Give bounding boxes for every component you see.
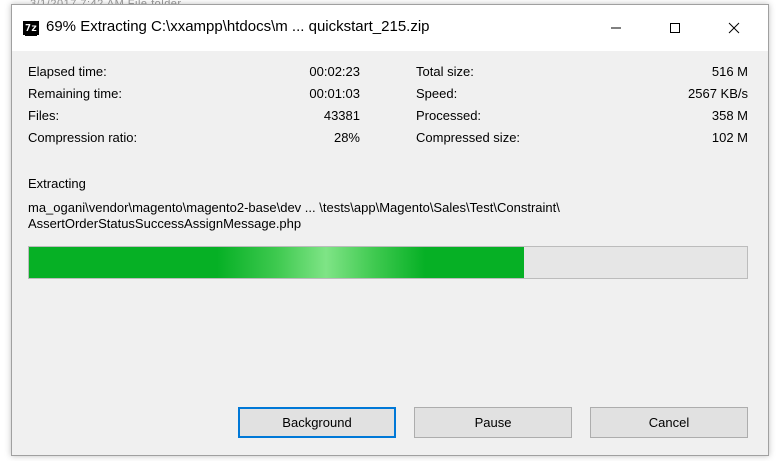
files-value: 43381 bbox=[323, 108, 360, 123]
cancel-button-label: Cancel bbox=[648, 415, 690, 430]
operation-label: Extracting bbox=[28, 176, 86, 191]
maximize-icon bbox=[670, 23, 680, 33]
speed-value: 2567 KB/s bbox=[688, 86, 748, 101]
close-icon bbox=[728, 22, 740, 34]
total-size-label: Total size: bbox=[416, 64, 474, 79]
current-file-path-line1: ma_ogani\vendor\magento\magento2-base\de… bbox=[28, 200, 560, 215]
remaining-time-label: Remaining time: bbox=[28, 86, 122, 101]
title-bar[interactable]: 7z 69% Extracting C:\xxampp\htdocs\m ...… bbox=[12, 5, 768, 51]
processed-label: Processed: bbox=[416, 108, 482, 123]
minimize-icon bbox=[611, 27, 621, 29]
remaining-time-value: 00:01:03 bbox=[309, 86, 360, 101]
maximize-button[interactable] bbox=[646, 5, 704, 51]
current-file-path-line2: AssertOrderStatusSuccessAssignMessage.ph… bbox=[28, 216, 302, 231]
7zip-app-icon: 7z bbox=[23, 21, 39, 36]
elapsed-time-label: Elapsed time: bbox=[28, 64, 107, 79]
compression-ratio-value: 28% bbox=[333, 130, 360, 145]
progress-bar-fill bbox=[29, 247, 525, 278]
minimize-button[interactable] bbox=[587, 5, 645, 51]
compressed-size-value: 102 M bbox=[711, 130, 748, 145]
window-title: 69% Extracting C:\xxampp\htdocs\m ... qu… bbox=[46, 18, 430, 35]
cancel-button[interactable]: Cancel bbox=[590, 407, 748, 438]
pause-button[interactable]: Pause bbox=[414, 407, 572, 438]
app-icon-label: 7z bbox=[24, 22, 38, 36]
total-size-value: 516 M bbox=[711, 64, 748, 79]
processed-value: 358 M bbox=[711, 108, 748, 123]
background-button[interactable]: Background bbox=[238, 407, 396, 438]
pause-button-label: Pause bbox=[474, 415, 512, 430]
progress-bar bbox=[28, 246, 748, 279]
background-button-label: Background bbox=[282, 415, 352, 430]
speed-label: Speed: bbox=[416, 86, 458, 101]
compressed-size-label: Compressed size: bbox=[416, 130, 521, 145]
elapsed-time-value: 00:02:23 bbox=[309, 64, 360, 79]
current-file-path: ma_ogani\vendor\magento\magento2-base\de… bbox=[28, 200, 748, 232]
extract-progress-window: 7z 69% Extracting C:\xxampp\htdocs\m ...… bbox=[11, 4, 769, 456]
close-button[interactable] bbox=[705, 5, 763, 51]
compression-ratio-label: Compression ratio: bbox=[28, 130, 138, 145]
files-label: Files: bbox=[28, 108, 60, 123]
